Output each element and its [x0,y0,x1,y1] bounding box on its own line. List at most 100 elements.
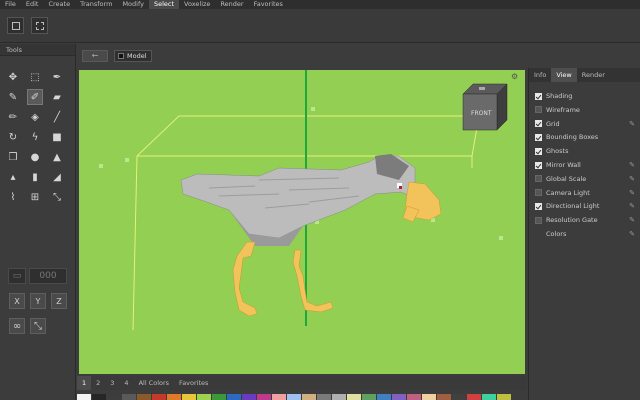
palette-swatch[interactable] [212,394,227,400]
palette-swatch[interactable] [92,394,107,400]
checkbox[interactable] [535,189,542,197]
view-option-bounding-boxes[interactable]: Bounding Boxes [535,131,635,143]
palette-swatch[interactable] [227,394,242,400]
scale-tool-icon[interactable]: ⤡ [49,189,65,205]
size-field[interactable]: 000 [29,268,67,284]
edit-pencil-icon[interactable]: ✎ [629,216,635,224]
edit-pencil-icon[interactable]: ✎ [629,175,635,183]
palette-swatch[interactable] [482,394,497,400]
view-option-colors[interactable]: Colors ✎ [535,228,635,240]
menu-voxelize[interactable]: Voxelize [179,0,215,9]
palette-swatch[interactable] [332,394,347,400]
menu-file[interactable]: File [0,0,21,9]
palette-swatch[interactable] [182,394,197,400]
view-cube[interactable] [457,76,513,132]
deselect-button[interactable] [31,17,48,34]
menu-select[interactable]: Select [148,0,180,9]
cube-tool-icon[interactable]: ❒ [5,149,21,165]
palette-swatch[interactable] [167,394,182,400]
palette-swatch[interactable] [392,394,407,400]
edit-pencil-icon[interactable]: ✎ [629,161,635,169]
edit-pencil-icon[interactable]: ✎ [629,230,635,238]
edit-pencil-icon[interactable]: ✎ [629,120,635,128]
menu-create[interactable]: Create [43,0,75,9]
checkbox[interactable] [535,175,542,183]
curve-tool-icon[interactable]: ϟ [27,129,43,145]
checkbox[interactable] [535,92,542,100]
palette-swatch[interactable] [302,394,317,400]
3d-viewport[interactable]: FRONT ⚙ [79,70,525,374]
palette-swatch[interactable] [137,394,152,400]
palette-swatch[interactable] [287,394,302,400]
axis-z-button[interactable]: Z [51,293,67,309]
model-tab[interactable]: Model [114,50,152,62]
stamp-tool-icon[interactable]: ⊞ [27,189,43,205]
palette-swatch[interactable] [197,394,212,400]
palette-swatch[interactable] [107,394,122,400]
palette-swatch[interactable] [422,394,437,400]
menu-edit[interactable]: Edit [21,0,44,9]
palette-tab-favorites[interactable]: Favorites [174,376,213,390]
cone-tool-icon[interactable]: ▴ [5,169,21,185]
palette-swatch[interactable] [467,394,482,400]
eyedropper-tool-icon[interactable]: ✒ [49,69,65,85]
checkbox[interactable] [535,120,542,128]
menu-favorites[interactable]: Favorites [249,0,288,9]
axis-x-button[interactable]: X [9,293,25,309]
checkbox[interactable] [535,106,542,114]
menu-modify[interactable]: Modify [117,0,149,9]
view-option-wireframe[interactable]: Wireframe [535,104,635,116]
view-option-global-scale[interactable]: Global Scale ✎ [535,173,635,185]
square-tool-icon[interactable]: ■ [49,129,65,145]
view-option-grid[interactable]: Grid ✎ [535,118,635,130]
palette-swatch[interactable] [152,394,167,400]
tab-info[interactable]: Info [529,68,551,82]
view-option-shading[interactable]: Shading [535,90,635,102]
smudge-tool-icon[interactable]: ⌇ [5,189,21,205]
palette-swatch[interactable] [272,394,287,400]
fill-tool-icon[interactable]: ◈ [27,109,43,125]
palette-swatch[interactable] [377,394,392,400]
pyramid-tool-icon[interactable]: ▲ [49,149,65,165]
palette-tab-2[interactable]: 2 [91,376,105,390]
edit-pencil-icon[interactable]: ✎ [629,202,635,210]
pencil-tool-icon[interactable]: ✎ [5,89,21,105]
edit-pencil-icon[interactable]: ✎ [629,189,635,197]
view-option-directional-light[interactable]: Directional Light ✎ [535,200,635,212]
sphere-tool-icon[interactable]: ● [27,149,43,165]
line-tool-icon[interactable]: ╱ [49,109,65,125]
palette-swatch[interactable] [257,394,272,400]
palette-tab-all-colors[interactable]: All Colors [134,376,174,390]
view-option-mirror-wall[interactable]: Mirror Wall ✎ [535,159,635,171]
mirror-infinity-icon[interactable]: ∞ [9,318,25,334]
back-button[interactable]: ← [82,50,108,62]
view-option-resolution-gate[interactable]: Resolution Gate ✎ [535,214,635,226]
palette-swatch[interactable] [317,394,332,400]
menu-transform[interactable]: Transform [75,0,117,9]
palette-swatch[interactable] [347,394,362,400]
view-option-camera-light[interactable]: Camera Light ✎ [535,187,635,199]
select-all-button[interactable] [7,17,24,34]
cylinder-tool-icon[interactable]: ▮ [27,169,43,185]
move-tool-icon[interactable]: ✥ [5,69,21,85]
brush-tool-icon[interactable]: ✐ [27,89,43,105]
checkbox[interactable] [535,147,542,155]
palette-swatch[interactable] [407,394,422,400]
paint-tool-icon[interactable]: ✏ [5,109,21,125]
maximize-icon[interactable]: ⚙ [511,72,518,81]
palette-tab-3[interactable]: 3 [105,376,119,390]
palette-tab-1[interactable]: 1 [77,376,92,390]
rotate-tool-icon[interactable]: ↻ [5,129,21,145]
palette-swatch[interactable] [77,394,92,400]
palette-swatch[interactable] [497,394,512,400]
size-decrement-icon[interactable]: ▭ [8,268,26,284]
checkbox[interactable] [535,133,542,141]
palette-swatch[interactable] [452,394,467,400]
checkbox[interactable] [535,202,542,210]
checkbox[interactable] [535,161,542,169]
tab-render[interactable]: Render [577,68,610,82]
checkbox[interactable] [535,216,542,224]
menu-render[interactable]: Render [215,0,248,9]
palette-swatch[interactable] [122,394,137,400]
tab-view[interactable]: View [551,68,577,82]
